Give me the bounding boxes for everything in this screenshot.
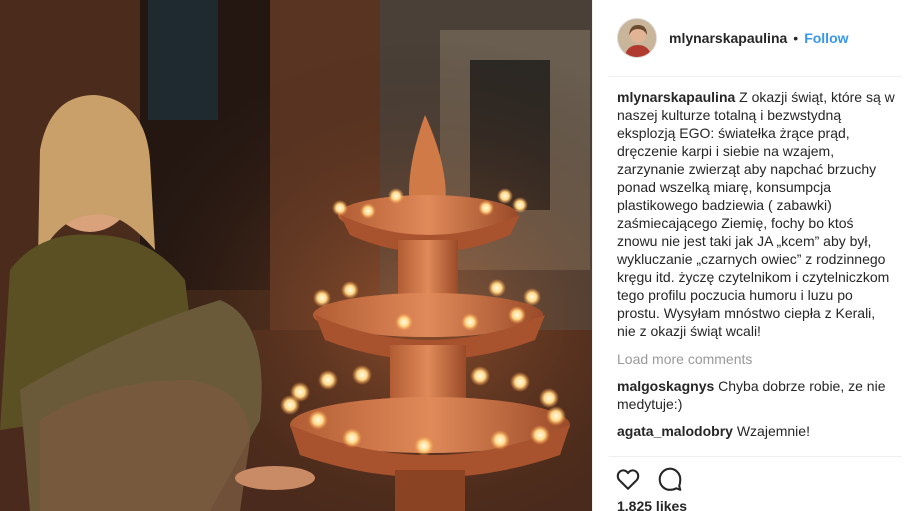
actions-divider bbox=[609, 456, 902, 457]
comment-bubble-icon[interactable] bbox=[657, 466, 683, 492]
caption: mlynarskapaulina Z okazji świąt, które s… bbox=[617, 88, 897, 340]
post-header: mlynarskapaulina • Follow bbox=[593, 0, 909, 76]
post-photo-image bbox=[0, 0, 592, 511]
separator-dot: • bbox=[793, 30, 799, 46]
comments-section: mlynarskapaulina Z okazji świąt, które s… bbox=[617, 88, 897, 440]
post-actions bbox=[615, 466, 683, 492]
caption-text: Z okazji świąt, które są w naszej kultur… bbox=[617, 89, 895, 339]
post-side-panel: mlynarskapaulina • Follow mlynarskapauli… bbox=[592, 0, 909, 511]
caption-username[interactable]: mlynarskapaulina bbox=[617, 89, 735, 105]
header-divider bbox=[609, 76, 902, 77]
likes-count[interactable]: 1,825 likes bbox=[617, 498, 687, 511]
comment-text: Wzajemnie! bbox=[736, 423, 810, 439]
header-username[interactable]: mlynarskapaulina bbox=[669, 30, 787, 46]
comment-username[interactable]: malgoskagnys bbox=[617, 378, 714, 394]
post-photo[interactable] bbox=[0, 0, 592, 511]
comment-username[interactable]: agata_malodobry bbox=[617, 423, 733, 439]
comment-item: agata_malodobry Wzajemnie! bbox=[617, 422, 897, 440]
heart-icon[interactable] bbox=[615, 466, 641, 492]
follow-button[interactable]: Follow bbox=[804, 30, 848, 46]
comment-item: malgoskagnys Chyba dobrze robie, ze nie … bbox=[617, 377, 897, 413]
avatar-image bbox=[618, 19, 656, 57]
load-more-comments-button[interactable]: Load more comments bbox=[617, 350, 897, 368]
avatar[interactable] bbox=[617, 18, 657, 58]
